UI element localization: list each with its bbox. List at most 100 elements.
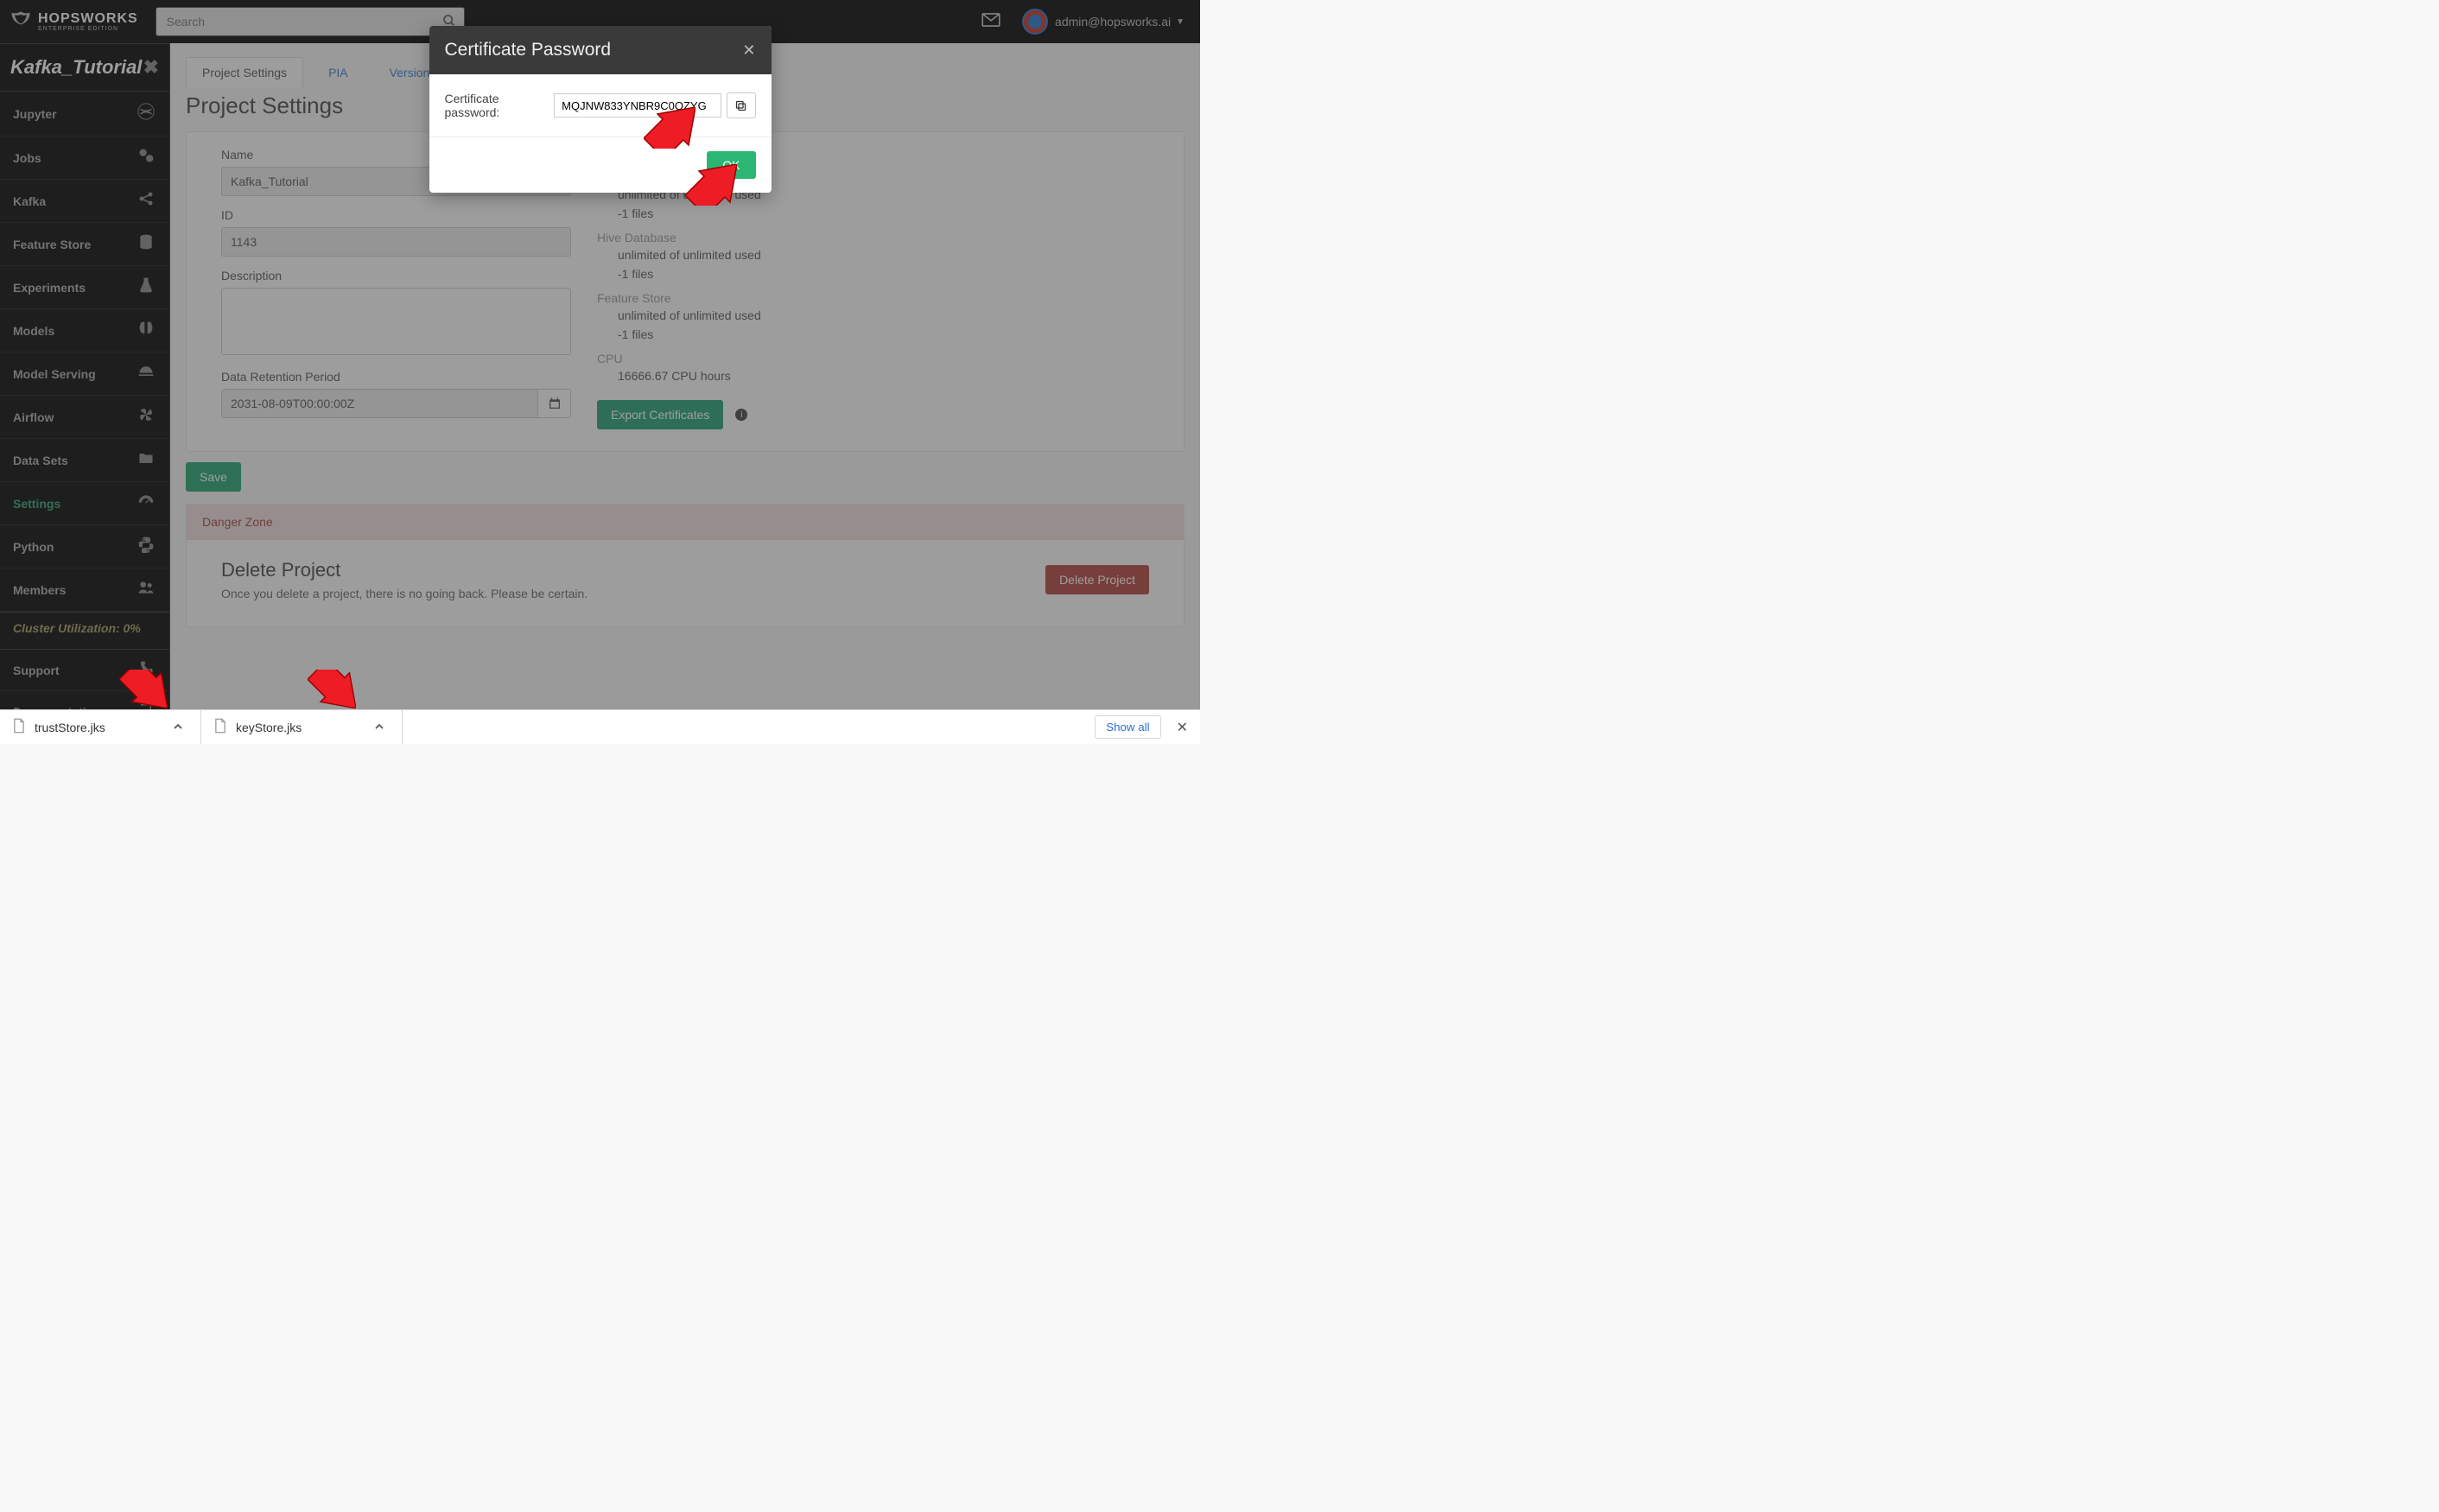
danger-card: Danger Zone Delete Project Once you dele… bbox=[186, 504, 1185, 627]
sidebar-item-kafka[interactable]: Kafka bbox=[0, 180, 169, 223]
folder-icon bbox=[136, 449, 156, 471]
hdfs-files: -1 files bbox=[597, 203, 1149, 222]
brain-icon bbox=[136, 320, 156, 341]
copy-icon bbox=[734, 99, 747, 112]
modal-label: Certificate password: bbox=[445, 92, 549, 119]
description-field[interactable] bbox=[221, 288, 571, 355]
sidebar-item-models[interactable]: Models bbox=[0, 309, 169, 353]
hive-usage: unlimited of unlimited used bbox=[597, 245, 1149, 264]
sidebar-item-data-sets[interactable]: Data Sets bbox=[0, 439, 169, 482]
sidebar-item-model-serving[interactable]: Model Serving bbox=[0, 353, 169, 396]
tab-project-settings[interactable]: Project Settings bbox=[186, 57, 303, 87]
database-icon bbox=[136, 233, 156, 255]
cpu-value: 16666.67 CPU hours bbox=[597, 365, 1149, 384]
gears-icon bbox=[136, 147, 156, 168]
sidebar-item-label: Models bbox=[13, 324, 54, 338]
search-input[interactable] bbox=[156, 7, 465, 36]
sidebar-item-label: Python bbox=[13, 540, 54, 554]
fs-head: Feature Store bbox=[597, 291, 1149, 305]
show-all-downloads[interactable]: Show all bbox=[1095, 715, 1160, 739]
sidebar-item-label: Feature Store bbox=[13, 238, 91, 251]
certificate-password-modal: Certificate Password ✕ Certificate passw… bbox=[429, 26, 772, 193]
sidebar-item-label: Jupyter bbox=[13, 107, 57, 121]
avatar bbox=[1022, 9, 1048, 35]
sidebar-item-label: Jobs bbox=[13, 151, 41, 165]
sidebar-item-label: Experiments bbox=[13, 281, 86, 295]
tab-pia[interactable]: PIA bbox=[312, 57, 365, 87]
chevron-up-icon[interactable] bbox=[173, 721, 183, 734]
pinwheel-icon bbox=[136, 406, 156, 428]
sidebar-item-feature-store[interactable]: Feature Store bbox=[0, 223, 169, 266]
flask-icon bbox=[136, 276, 156, 298]
sidebar-item-label: Airflow bbox=[13, 410, 54, 424]
sidebar: Kafka_Tutorial ✖ Jupyter Jobs Kafka Feat… bbox=[0, 43, 170, 709]
brand-logo[interactable]: HOPSWORKS ENTERPRISE EDITION bbox=[9, 10, 138, 34]
sidebar-item-airflow[interactable]: Airflow bbox=[0, 396, 169, 439]
python-icon bbox=[136, 536, 156, 557]
danger-zone-header: Danger Zone bbox=[187, 505, 1184, 540]
cpu-head: CPU bbox=[597, 352, 1149, 365]
save-button[interactable]: Save bbox=[186, 462, 241, 492]
id-label: ID bbox=[221, 208, 571, 222]
phone-icon bbox=[136, 660, 156, 680]
download-bar: trustStore.jks keyStore.jks Show all ✕ bbox=[0, 709, 1200, 744]
sidebar-item-label: Members bbox=[13, 583, 66, 597]
user-email: admin@hopsworks.ai bbox=[1055, 15, 1171, 29]
delete-project-text: Once you delete a project, there is no g… bbox=[221, 587, 588, 600]
sidebar-support-label: Support bbox=[13, 664, 60, 677]
modal-close-icon[interactable]: ✕ bbox=[742, 41, 755, 60]
messages-icon[interactable] bbox=[981, 13, 1000, 31]
sidebar-item-label: Kafka bbox=[13, 194, 46, 208]
caret-down-icon: ▼ bbox=[1176, 17, 1185, 27]
file-icon bbox=[12, 718, 26, 736]
users-icon bbox=[136, 579, 156, 600]
cluster-utilization-label: Cluster Utilization: 0% bbox=[0, 612, 169, 635]
sidebar-item-jobs[interactable]: Jobs bbox=[0, 137, 169, 180]
modal-title: Certificate Password bbox=[445, 40, 612, 60]
project-name: Kafka_Tutorial bbox=[10, 56, 142, 79]
desc-label: Description bbox=[221, 269, 571, 283]
gauge-icon bbox=[136, 492, 156, 514]
fs-files: -1 files bbox=[597, 324, 1149, 343]
sidebar-support[interactable]: Support bbox=[0, 650, 169, 691]
hive-head: Hive Database bbox=[597, 231, 1149, 245]
id-field[interactable] bbox=[221, 227, 571, 257]
sidebar-item-label: Model Serving bbox=[13, 367, 96, 381]
modal-ok-button[interactable]: OK bbox=[707, 151, 755, 179]
jupyter-icon bbox=[136, 102, 156, 125]
share-icon bbox=[136, 190, 156, 212]
brand-subtext: ENTERPRISE EDITION bbox=[38, 26, 138, 32]
download-filename: trustStore.jks bbox=[35, 721, 105, 734]
certificate-password-field[interactable] bbox=[554, 93, 721, 118]
logo-icon bbox=[9, 10, 33, 34]
sidebar-item-python[interactable]: Python bbox=[0, 525, 169, 569]
retention-label: Data Retention Period bbox=[221, 370, 571, 384]
fs-usage: unlimited of unlimited used bbox=[597, 305, 1149, 324]
sidebar-item-jupyter[interactable]: Jupyter bbox=[0, 92, 169, 137]
sidebar-item-settings[interactable]: Settings bbox=[0, 482, 169, 525]
calendar-button[interactable] bbox=[538, 389, 571, 418]
download-filename: keyStore.jks bbox=[236, 721, 302, 734]
sidebar-item-label: Data Sets bbox=[13, 454, 68, 467]
copy-password-button[interactable] bbox=[727, 92, 755, 118]
delete-project-title: Delete Project bbox=[221, 559, 588, 581]
delete-project-button[interactable]: Delete Project bbox=[1045, 565, 1149, 594]
chevron-up-icon[interactable] bbox=[374, 721, 384, 734]
close-download-bar[interactable]: ✕ bbox=[1177, 719, 1188, 736]
close-project-icon[interactable]: ✖ bbox=[143, 56, 159, 79]
calendar-icon bbox=[548, 397, 562, 410]
retention-field[interactable] bbox=[221, 389, 538, 418]
serve-icon bbox=[136, 363, 156, 384]
file-icon bbox=[213, 718, 227, 736]
sidebar-item-experiments[interactable]: Experiments bbox=[0, 266, 169, 309]
hive-files: -1 files bbox=[597, 264, 1149, 283]
sidebar-item-members[interactable]: Members bbox=[0, 569, 169, 612]
download-item[interactable]: keyStore.jks bbox=[201, 710, 403, 744]
download-item[interactable]: trustStore.jks bbox=[0, 710, 201, 744]
brand-text: HOPSWORKS bbox=[38, 12, 138, 26]
sidebar-item-label: Settings bbox=[13, 497, 60, 511]
user-menu[interactable]: admin@hopsworks.ai ▼ bbox=[1022, 9, 1185, 35]
global-search bbox=[156, 7, 465, 36]
export-certificates-button[interactable]: Export Certificates bbox=[597, 400, 723, 429]
info-icon[interactable]: i bbox=[735, 409, 747, 421]
